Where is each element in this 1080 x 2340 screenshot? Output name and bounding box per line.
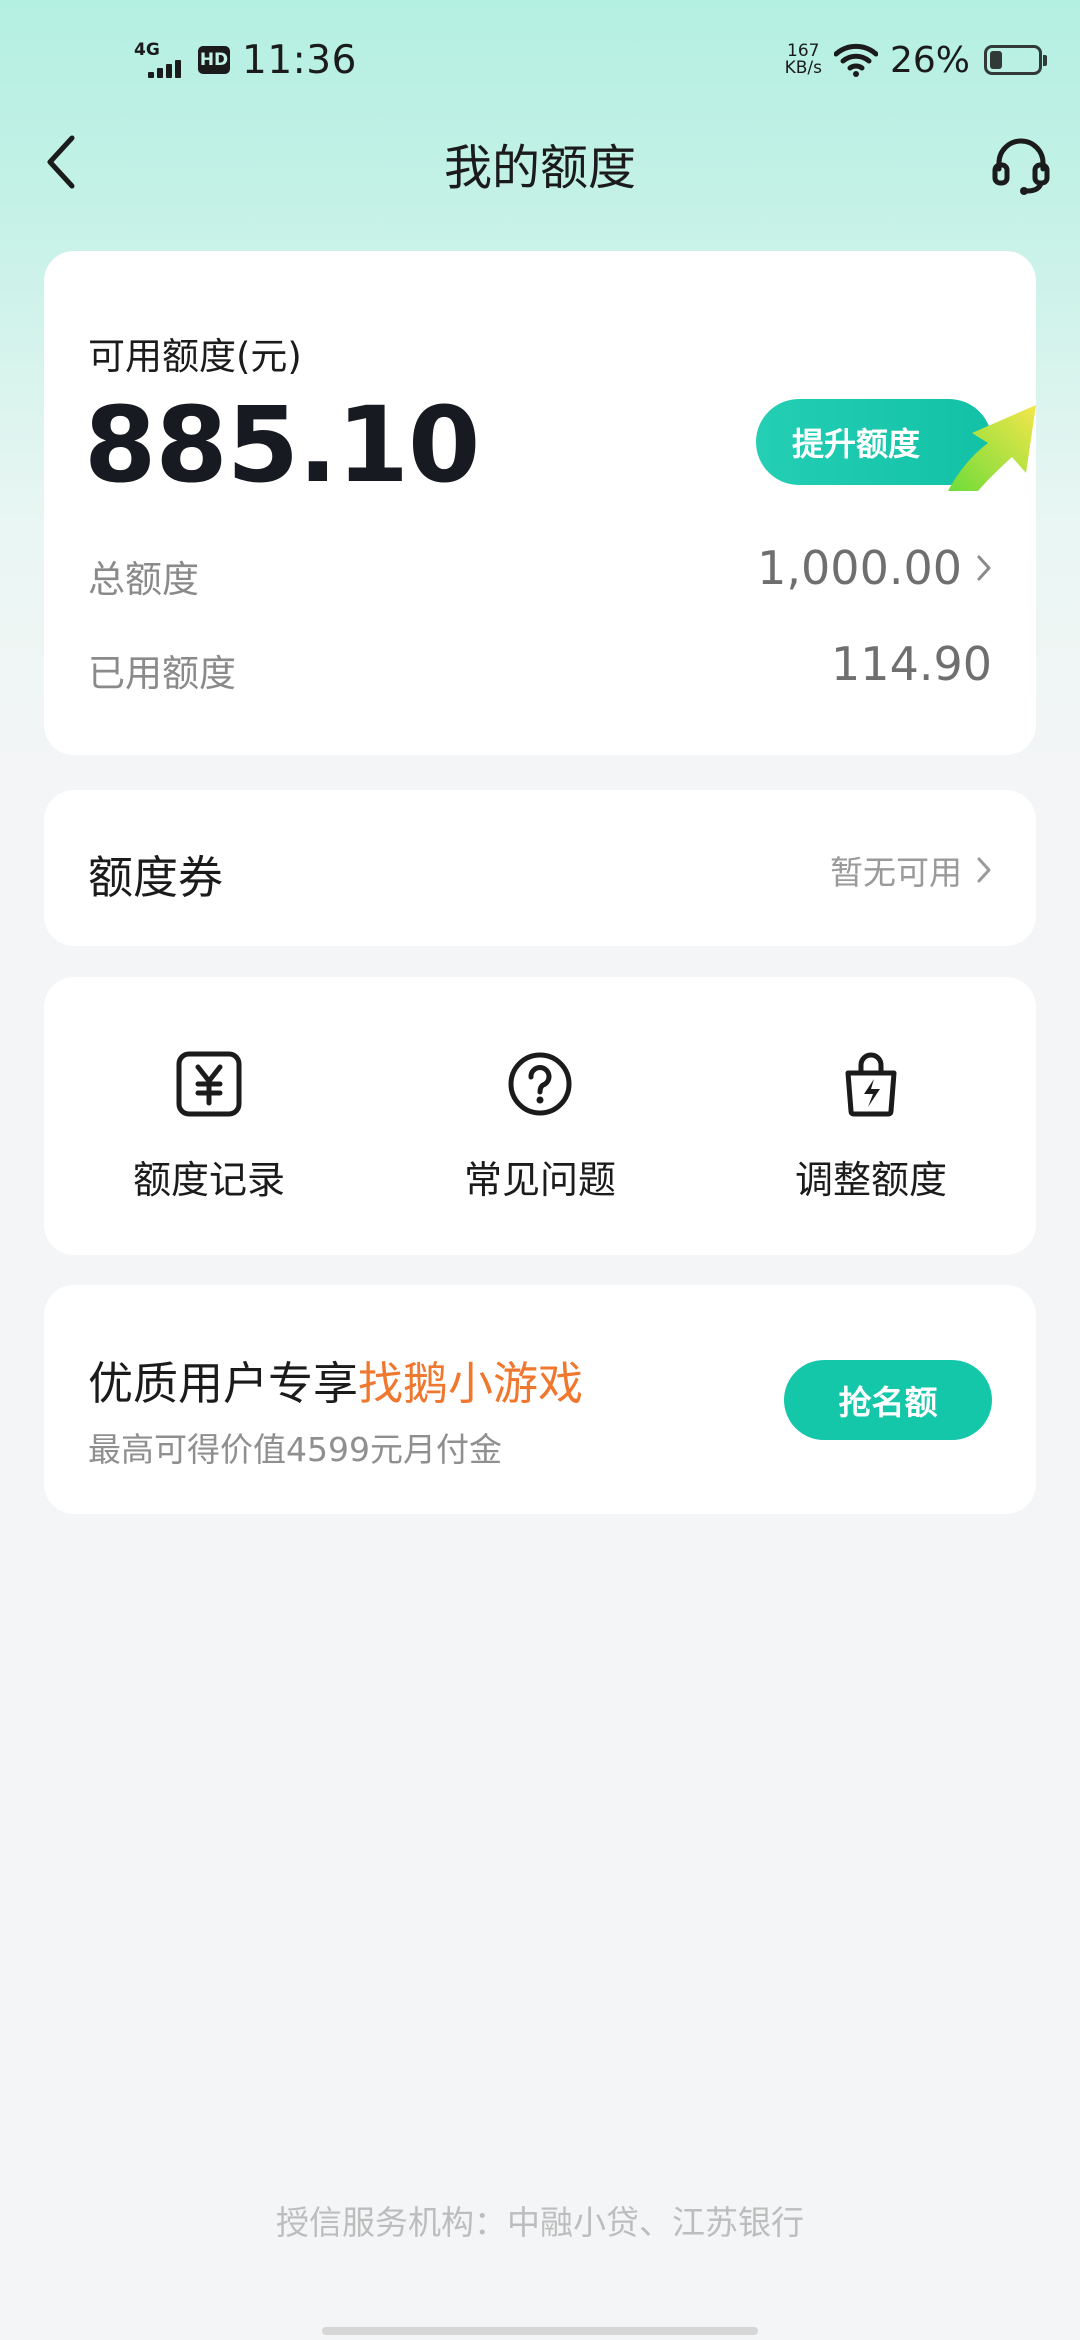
shortcut-quota-record[interactable]: 额度记录 xyxy=(44,977,374,1255)
page-title: 我的额度 xyxy=(443,140,636,196)
coupon-status: 暂无可用 xyxy=(830,846,992,894)
promo-card: 优质用户专享找鹅小游戏 最高可得价值4599元月付金 抢名额 xyxy=(44,1285,1036,1514)
raise-quota-label: 提升额度 xyxy=(792,425,921,463)
chevron-right-icon xyxy=(977,857,991,883)
promo-title: 优质用户专享找鹅小游戏 xyxy=(88,1347,583,1412)
grab-slot-button[interactable]: 抢名额 xyxy=(784,1360,992,1440)
shortcut-label: 常见问题 xyxy=(463,1158,616,1202)
available-quota-label: 可用额度(元) xyxy=(88,335,302,378)
customer-service-button[interactable] xyxy=(984,128,1058,202)
status-bar: 4G HD 11:36 167 KB/s 26% xyxy=(0,0,1080,120)
hd-badge: HD xyxy=(198,46,230,74)
quota-card: 可用额度(元) 885.10 提升额度 总额度 1,000.00 已用额度 11… xyxy=(44,251,1036,755)
network-type: 4G xyxy=(134,40,160,60)
shortcut-label: 调整额度 xyxy=(794,1158,947,1202)
used-quota-label: 已用额度 xyxy=(88,652,236,695)
wifi-icon xyxy=(833,43,878,77)
shortcut-adjust-quota[interactable]: 调整额度 xyxy=(706,977,1036,1255)
shortcut-label: 额度记录 xyxy=(132,1158,285,1202)
promo-subtitle: 最高可得价值4599元月付金 xyxy=(88,1430,502,1469)
question-circle-icon xyxy=(508,1052,572,1116)
used-quota-value: 114.90 xyxy=(831,637,992,691)
chevron-right-icon xyxy=(977,555,991,581)
lightning-bag-icon xyxy=(845,1052,897,1117)
yuan-record-icon xyxy=(176,1051,242,1117)
battery-percentage: 26% xyxy=(889,39,970,81)
home-indicator[interactable] xyxy=(322,2327,758,2335)
shortcuts-card: 额度记录 常见问题 调整额度 xyxy=(44,977,1036,1255)
shortcut-faq[interactable]: 常见问题 xyxy=(375,977,705,1255)
credit-institution-note: 授信服务机构：中融小贷、江苏银行 xyxy=(276,2203,804,2242)
total-quota-row[interactable]: 1,000.00 xyxy=(757,541,992,595)
promo-title-prefix: 优质用户专享 xyxy=(88,1357,359,1410)
available-quota-value: 885.10 xyxy=(84,384,480,506)
grab-slot-label: 抢名额 xyxy=(838,1383,938,1422)
total-quota-value: 1,000.00 xyxy=(757,541,962,595)
coupon-title: 额度券 xyxy=(88,851,224,904)
promo-title-highlight: 找鹅小游戏 xyxy=(358,1357,584,1410)
total-quota-label: 总额度 xyxy=(88,558,199,601)
quota-coupon-row[interactable]: 额度券 暂无可用 xyxy=(44,790,1036,946)
network-speed-unit: KB/s xyxy=(784,58,822,78)
battery-icon xyxy=(984,45,1047,75)
status-time: 11:36 xyxy=(242,37,357,83)
arrow-up-icon xyxy=(948,405,1036,491)
headset-icon xyxy=(992,138,1050,195)
nav-bar: 我的额度 xyxy=(0,110,1080,210)
coupon-status-text: 暂无可用 xyxy=(830,853,962,892)
signal-icon: 4G xyxy=(134,40,192,80)
network-speed: 167 KB/s xyxy=(785,43,822,77)
